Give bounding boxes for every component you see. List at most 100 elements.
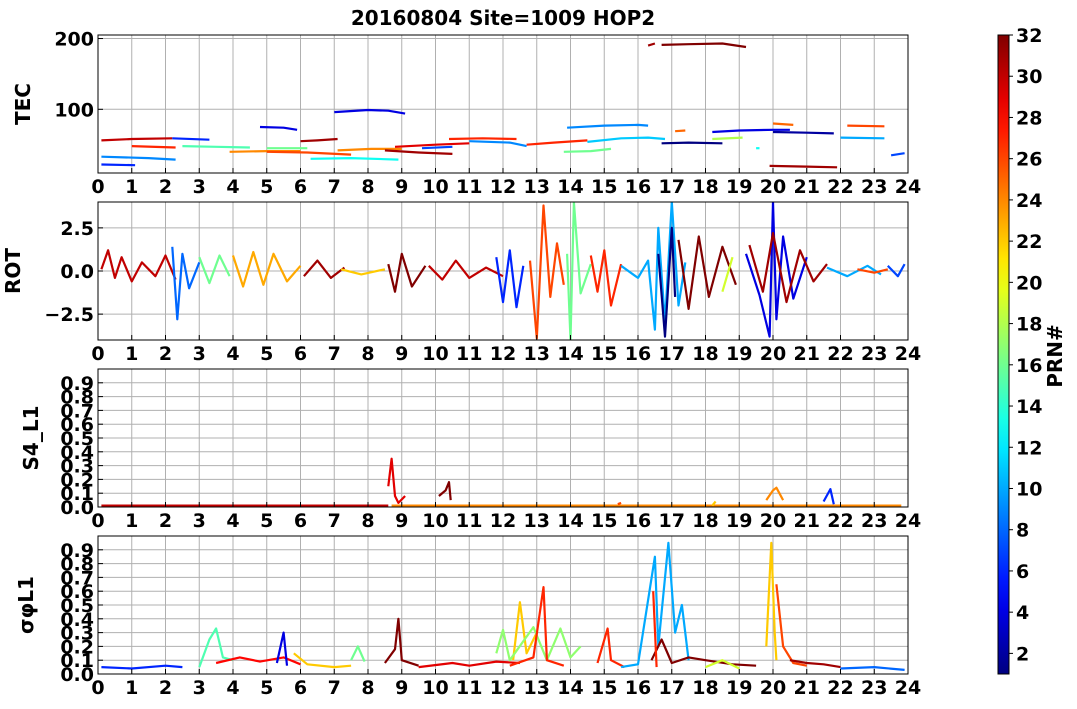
colorbar-tick-label: 22 bbox=[1016, 231, 1042, 253]
x-tick-label: 18 bbox=[692, 343, 718, 365]
series-line-prn-11 bbox=[587, 136, 666, 143]
x-tick-label: 13 bbox=[524, 677, 550, 699]
x-tick-label: 4 bbox=[226, 343, 239, 365]
x-tick-label: 20 bbox=[760, 677, 786, 699]
series-line-prn-16 bbox=[350, 645, 366, 663]
series-line-prn-32 bbox=[387, 252, 427, 293]
x-tick-label: 22 bbox=[827, 176, 853, 198]
series-line-prn-8 bbox=[840, 666, 905, 671]
colorbar-tick-label: 28 bbox=[1016, 107, 1042, 129]
x-tick-label: 10 bbox=[422, 343, 448, 365]
x-tick-label: 15 bbox=[591, 176, 617, 198]
y-tick-label: 0.0 bbox=[60, 261, 94, 283]
x-tick-label: 19 bbox=[726, 176, 752, 198]
x-tick-label: 24 bbox=[895, 510, 921, 532]
x-tick-label: 14 bbox=[557, 343, 583, 365]
colorbar-tick-label: 32 bbox=[1016, 25, 1042, 47]
x-tick-label: 7 bbox=[328, 510, 341, 532]
colorbar-tick-label: 14 bbox=[1016, 396, 1042, 418]
series-line-prn-29 bbox=[394, 142, 470, 148]
series-line-prn-26 bbox=[617, 501, 622, 506]
colorbar-gradient bbox=[997, 34, 1010, 675]
x-tick-label: 15 bbox=[591, 343, 617, 365]
x-tick-label: 13 bbox=[524, 510, 550, 532]
colorbar-tick-label: 20 bbox=[1016, 272, 1042, 294]
x-tick-label: 1 bbox=[125, 176, 138, 198]
x-tick-label: 23 bbox=[861, 176, 887, 198]
x-tick-label: 23 bbox=[861, 677, 887, 699]
colorbar-tick-label: 26 bbox=[1016, 149, 1042, 171]
x-tick-label: 11 bbox=[456, 510, 482, 532]
series-line-prn-22 bbox=[340, 268, 386, 276]
x-tick-label: 3 bbox=[193, 677, 206, 699]
colorbar-tick-label: 2 bbox=[1016, 643, 1029, 665]
x-tick-label: 12 bbox=[490, 343, 516, 365]
x-tick-label: 4 bbox=[226, 176, 239, 198]
series-line-prn-2 bbox=[772, 130, 834, 135]
series-line-prn-26 bbox=[847, 124, 885, 128]
series-line-prn-7 bbox=[421, 145, 453, 150]
x-tick-label: 14 bbox=[557, 677, 583, 699]
series-line-prn-17 bbox=[495, 626, 582, 662]
x-tick-label: 17 bbox=[659, 510, 685, 532]
series-line-prn-9 bbox=[101, 155, 176, 161]
series-line-prn-6 bbox=[101, 664, 183, 670]
x-tick-label: 6 bbox=[294, 677, 307, 699]
x-tick-label: 16 bbox=[625, 343, 651, 365]
series-line-prn-6 bbox=[822, 488, 835, 505]
x-tick-label: 3 bbox=[193, 176, 206, 198]
y-axis-label: ROT bbox=[1, 248, 25, 294]
series-line-prn-10 bbox=[840, 136, 885, 140]
series-line-prn-27 bbox=[448, 137, 517, 141]
series-line-prn-31 bbox=[303, 259, 346, 279]
panel-1: 0 1 2 3 4 5 6 7 8 9 10 11 12 13 14 15 16 17 18 19 20 21 22 23 24… bbox=[11, 29, 921, 198]
series-line-prn-25 bbox=[772, 122, 794, 126]
x-tick-label: 16 bbox=[625, 510, 651, 532]
series-line-prn-30 bbox=[428, 259, 504, 281]
x-tick-label: 17 bbox=[659, 176, 685, 198]
series-line-prn-4 bbox=[275, 631, 289, 666]
series-line-prn-15 bbox=[182, 145, 250, 149]
series-line-prn-22 bbox=[765, 541, 778, 661]
x-tick-label: 12 bbox=[490, 510, 516, 532]
x-tick-label: 22 bbox=[827, 343, 853, 365]
series-line-prn-27 bbox=[589, 249, 623, 307]
series-line-prn-27 bbox=[596, 627, 626, 669]
series-line-prn-32 bbox=[661, 42, 747, 49]
x-tick-label: 21 bbox=[794, 510, 820, 532]
x-tick-label: 9 bbox=[395, 343, 408, 365]
x-tick-label: 7 bbox=[328, 677, 341, 699]
series-line-prn-26 bbox=[775, 584, 808, 667]
x-tick-label: 10 bbox=[422, 677, 448, 699]
series-line-prn-32 bbox=[438, 481, 452, 501]
series-line-prn-4 bbox=[334, 108, 406, 115]
series-line-prn-1 bbox=[661, 141, 723, 145]
series-line-prn-13 bbox=[310, 157, 399, 161]
x-tick-label: 21 bbox=[794, 176, 820, 198]
panel-4: 0 1 2 3 4 5 6 7 8 9 10 11 12 13 14 15 16 17 18 19 20 21 22 23 24… bbox=[14, 535, 921, 699]
x-tick-label: 1 bbox=[125, 677, 138, 699]
x-tick-label: 9 bbox=[395, 510, 408, 532]
x-tick-label: 6 bbox=[294, 176, 307, 198]
x-tick-label: 19 bbox=[726, 510, 752, 532]
x-tick-label: 24 bbox=[895, 343, 921, 365]
x-tick-label: 18 bbox=[692, 677, 718, 699]
series-line-prn-31 bbox=[769, 164, 838, 169]
series-line-prn-8 bbox=[171, 246, 201, 321]
x-tick-label: 18 bbox=[692, 176, 718, 198]
x-tick-label: 22 bbox=[827, 510, 853, 532]
x-tick-label: 21 bbox=[794, 677, 820, 699]
y-tick-label: −2.5 bbox=[44, 304, 94, 326]
x-tick-label: 19 bbox=[726, 343, 752, 365]
series-line-prn-27 bbox=[526, 139, 588, 146]
x-tick-label: 3 bbox=[193, 510, 206, 532]
x-tick-label: 14 bbox=[557, 176, 583, 198]
x-tick-label: 17 bbox=[659, 677, 685, 699]
x-tick-label: 4 bbox=[226, 677, 239, 699]
colorbar-tick-label: 10 bbox=[1016, 478, 1042, 500]
y-axis-label: TEC bbox=[11, 83, 35, 125]
x-tick-label: 10 bbox=[422, 176, 448, 198]
x-tick-label: 2 bbox=[159, 677, 172, 699]
x-tick-label: 22 bbox=[827, 677, 853, 699]
x-tick-label: 10 bbox=[422, 510, 448, 532]
